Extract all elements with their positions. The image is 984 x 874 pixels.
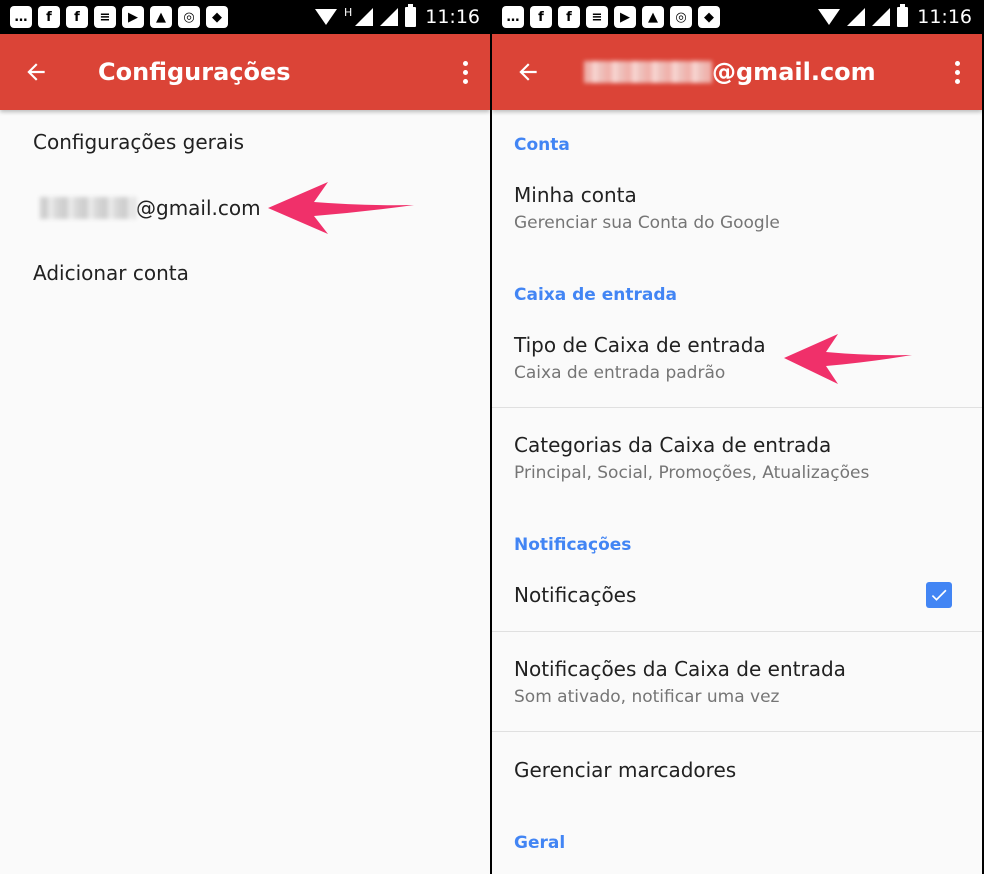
back-arrow-icon[interactable] [498, 34, 558, 110]
divider [492, 731, 982, 732]
notification-icons: … f f ≡ ▶ ▲ ◎ ◆ [10, 6, 228, 28]
check-icon [931, 589, 947, 601]
general-settings-item[interactable]: Configurações gerais [33, 130, 244, 154]
news-icon: ≡ [94, 6, 116, 28]
pref-subtitle: Som ativado, notificar uma vez [514, 687, 780, 707]
clock: 11:16 [425, 6, 480, 28]
pref-title: Minha conta [514, 183, 637, 207]
redacted-email [40, 197, 136, 219]
notifications-checkbox[interactable] [926, 582, 952, 608]
signal-icon [847, 8, 866, 26]
pref-marcadores[interactable]: Gerenciar marcadores [514, 758, 982, 782]
pref-minha-conta[interactable]: Minha conta Gerenciar sua Conta do Googl… [514, 183, 982, 233]
signal-icon [355, 8, 374, 26]
divider [492, 407, 982, 408]
section-header-geral: Geral [514, 833, 566, 853]
maps-icon: ◆ [698, 6, 720, 28]
wifi-icon [314, 9, 337, 25]
youtube-icon: ▶ [122, 6, 144, 28]
add-account-item[interactable]: Adicionar conta [33, 261, 189, 285]
page-title: Configurações [98, 58, 291, 86]
battery-icon [405, 4, 417, 27]
account-item[interactable]: @gmail.com [40, 196, 261, 220]
pointer-arrow-icon [268, 182, 414, 234]
account-email: @gmail.com [136, 196, 261, 220]
news-icon: ≡ [586, 6, 608, 28]
youtube-icon: ▶ [614, 6, 636, 28]
battery-icon [897, 4, 909, 27]
maps-icon: ◆ [206, 6, 228, 28]
section-header-conta: Conta [514, 135, 570, 155]
app-bar: Configurações [0, 34, 490, 110]
divider [492, 631, 982, 632]
back-arrow-icon[interactable] [6, 34, 66, 110]
facebook-icon: f [530, 6, 552, 28]
pref-categorias[interactable]: Categorias da Caixa de entrada Principal… [514, 433, 982, 483]
clock: 11:16 [917, 6, 972, 28]
image-icon: ▲ [642, 6, 664, 28]
pref-subtitle: Gerenciar sua Conta do Google [514, 213, 780, 233]
overflow-menu-icon[interactable] [932, 34, 982, 110]
page-title: @gmail.com [584, 58, 876, 86]
image-icon: ▲ [150, 6, 172, 28]
instagram-icon: ◎ [178, 6, 200, 28]
notification-icons: … f f ≡ ▶ ▲ ◎ ◆ [502, 6, 720, 28]
account-email-title: @gmail.com [712, 58, 876, 86]
pref-notif-caixa[interactable]: Notificações da Caixa de entrada Som ati… [514, 657, 982, 707]
redacted-email [584, 61, 712, 83]
pref-title: Notificações [514, 583, 637, 607]
pointer-arrow-icon [784, 334, 912, 384]
facebook-icon: f [38, 6, 60, 28]
settings-screen: … f f ≡ ▶ ▲ ◎ ◆ H 11:16 Configurações Co… [0, 0, 490, 874]
signal-icon [872, 8, 891, 26]
pref-title: Notificações da Caixa de entrada [514, 657, 846, 681]
overflow-menu-icon[interactable] [440, 34, 490, 110]
facebook-icon: f [66, 6, 88, 28]
pref-title: Categorias da Caixa de entrada [514, 433, 832, 457]
account-settings-screen: … f f ≡ ▶ ▲ ◎ ◆ 11:16 @gmail.com Conta M… [492, 0, 982, 874]
pref-notificacoes[interactable]: Notificações [514, 583, 982, 607]
chat-icon: … [10, 6, 32, 28]
wifi-icon [818, 9, 841, 25]
section-header-caixa: Caixa de entrada [514, 285, 678, 305]
status-bar: … f f ≡ ▶ ▲ ◎ ◆ H 11:16 [0, 0, 490, 34]
network-type: H [343, 5, 353, 19]
app-bar: @gmail.com [492, 34, 982, 110]
instagram-icon: ◎ [670, 6, 692, 28]
status-bar: … f f ≡ ▶ ▲ ◎ ◆ 11:16 [492, 0, 982, 34]
signal-icon [380, 8, 399, 26]
pref-title: Gerenciar marcadores [514, 758, 737, 782]
pref-subtitle: Principal, Social, Promoções, Atualizaçõ… [514, 463, 870, 483]
section-header-notificacoes: Notificações [514, 535, 632, 555]
facebook-icon: f [558, 6, 580, 28]
chat-icon: … [502, 6, 524, 28]
